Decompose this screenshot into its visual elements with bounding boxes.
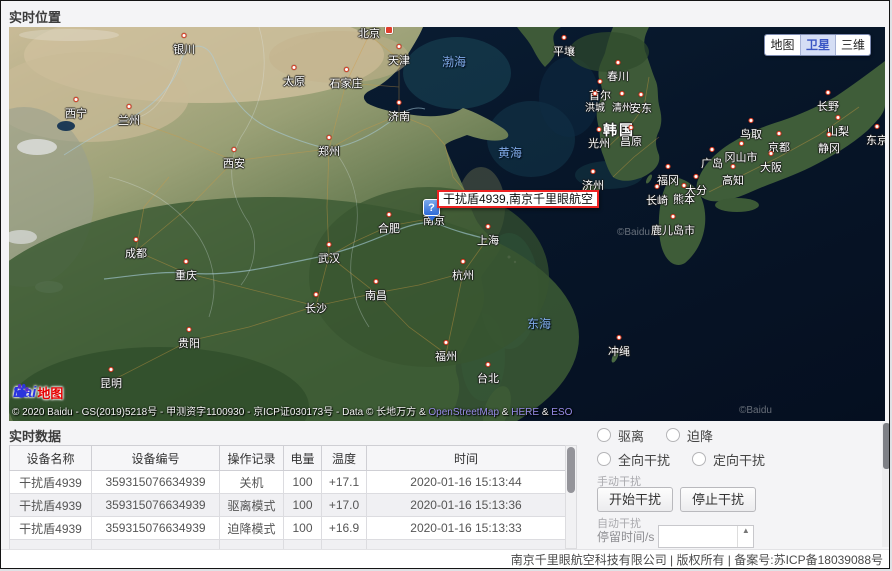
start-jam-button[interactable]: 开始干扰 [597, 487, 673, 512]
radio-option-1-1[interactable]: 定向干扰 [692, 450, 765, 469]
stop-jam-button[interactable]: 停止干扰 [680, 487, 756, 512]
radio-row: 全向干扰 定向干扰 [597, 451, 787, 467]
table-header-cell: 设备名称 [10, 446, 92, 471]
table-cell [284, 540, 322, 550]
dwell-time-row: 停留时间/s ▲ [597, 525, 754, 548]
table-header-cell: 电量 [284, 446, 322, 471]
map-copyright: © 2020 Baidu - GS(2019)5218号 - 甲测资字11009… [12, 403, 572, 418]
spinner-up-icon[interactable]: ▲ [737, 526, 753, 547]
table-scrollbar[interactable] [565, 445, 577, 549]
baidu-paw-icon [13, 383, 30, 399]
table-cell: 干扰盾4939 [10, 494, 92, 517]
table-cell: 干扰盾4939 [10, 471, 92, 494]
table-cell: 2020-01-16 15:13:44 [367, 471, 566, 494]
radio-icon[interactable] [597, 428, 611, 442]
table-cell [367, 540, 566, 550]
radio-option-1-0[interactable]: 全向干扰 [597, 450, 670, 469]
satellite-map-graphic [9, 27, 885, 421]
table-cell: 干扰盾4939 [10, 517, 92, 540]
radio-icon[interactable] [666, 428, 680, 442]
map-type-control: 地图卫星三维 [764, 34, 871, 56]
table-cell: 100 [284, 494, 322, 517]
table-cell [220, 540, 284, 550]
map-container[interactable]: 北京银川天津平壤太原石家庄春川首尔洪城清州安东西宁兰州济南韩国郑州西安光州昌原长… [9, 27, 885, 421]
radio-label: 定向干扰 [713, 450, 765, 469]
copyright-text: & [539, 407, 551, 418]
radio-icon[interactable] [597, 452, 611, 466]
copyright-text: & [499, 407, 511, 418]
table-cell: +16.9 [322, 517, 367, 540]
baidu-logo-map-text: 地图 [37, 383, 63, 402]
map-type-button-2[interactable]: 三维 [835, 35, 870, 55]
footer-text: 南京千里眼航空科技有限公司 | 版权所有 | 备案号:苏ICP备18039088… [511, 553, 883, 567]
table-cell: 关机 [220, 471, 284, 494]
copyright-text: © 2020 Baidu - GS(2019)5218号 - 甲测资字11009… [12, 407, 428, 418]
copyright-link[interactable]: ESO [551, 407, 572, 418]
jam-buttons: 开始干扰停止干扰 [597, 487, 763, 512]
baidu-maps-logo[interactable]: Bai 地图 [13, 383, 63, 401]
radio-icon[interactable] [692, 452, 706, 466]
radio-label: 驱离 [618, 426, 644, 445]
table-header-cell: 操作记录 [220, 446, 284, 471]
map-type-button-1[interactable]: 卫星 [800, 35, 835, 55]
footer-bar: 南京千里眼航空科技有限公司 | 版权所有 | 备案号:苏ICP备18039088… [1, 549, 890, 569]
copyright-link[interactable]: OpenStreetMap [428, 407, 499, 418]
radio-option-0-0[interactable]: 驱离 [597, 426, 644, 445]
table-cell: 2020-01-16 15:13:33 [367, 517, 566, 540]
map-type-button-0[interactable]: 地图 [765, 35, 800, 55]
table-cell: 100 [284, 517, 322, 540]
table-header-cell: 时间 [367, 446, 566, 471]
table-header-row: 设备名称设备编号操作记录电量温度时间 [10, 446, 566, 471]
radio-row: 驱离 迫降 [597, 427, 735, 443]
table-cell: 359315076634939 [92, 494, 220, 517]
table-header-cell: 设备编号 [92, 446, 220, 471]
table-cell [322, 540, 367, 550]
device-log-table: 设备名称设备编号操作记录电量温度时间 干扰盾493935931507663493… [9, 445, 566, 549]
table-cell: 迫降模式 [220, 517, 284, 540]
dwell-time-label: 停留时间/s [597, 528, 654, 545]
table-row-clipped[interactable] [10, 540, 566, 550]
control-panel: 驱离迫降全向干扰定向干扰 手动干扰 开始干扰停止干扰 自动干扰 停留时间/s ▲ [597, 421, 867, 549]
table-cell: 359315076634939 [92, 517, 220, 540]
table-row[interactable]: 干扰盾4939359315076634939关机100+17.12020-01-… [10, 471, 566, 494]
radio-option-0-1[interactable]: 迫降 [666, 426, 713, 445]
table-scrollbar-thumb[interactable] [567, 447, 575, 493]
copyright-link[interactable]: HERE [511, 407, 539, 418]
realtime-location-title: 实时位置 [9, 7, 61, 26]
dwell-time-input-wrap: ▲ [658, 525, 754, 548]
radio-label: 迫降 [687, 426, 713, 445]
device-table-zone: 设备名称设备编号操作记录电量温度时间 干扰盾493935931507663493… [9, 445, 577, 549]
table-cell: 2020-01-16 15:13:36 [367, 494, 566, 517]
marker-tooltip: 干扰盾4939,南京千里眼航空 [437, 190, 599, 208]
table-header-cell: 温度 [322, 446, 367, 471]
table-row[interactable]: 干扰盾4939359315076634939迫降模式100+16.92020-0… [10, 517, 566, 540]
window-scrollbar-thumb[interactable] [883, 423, 890, 469]
table-cell: 100 [284, 471, 322, 494]
table-cell: +17.1 [322, 471, 367, 494]
dwell-time-input[interactable] [659, 526, 735, 547]
table-cell: 359315076634939 [92, 471, 220, 494]
table-cell: +17.0 [322, 494, 367, 517]
realtime-data-title: 实时数据 [9, 426, 61, 445]
lower-section: 实时数据 设备名称设备编号操作记录电量温度时间 干扰盾4939359315076… [1, 421, 890, 549]
table-row[interactable]: 干扰盾4939359315076634939驱离模式100+17.02020-0… [10, 494, 566, 517]
radio-label: 全向干扰 [618, 450, 670, 469]
table-cell [92, 540, 220, 550]
table-cell [10, 540, 92, 550]
window-scrollbar[interactable] [882, 423, 890, 547]
app-window: 实时位置 [0, 0, 890, 569]
table-cell: 驱离模式 [220, 494, 284, 517]
